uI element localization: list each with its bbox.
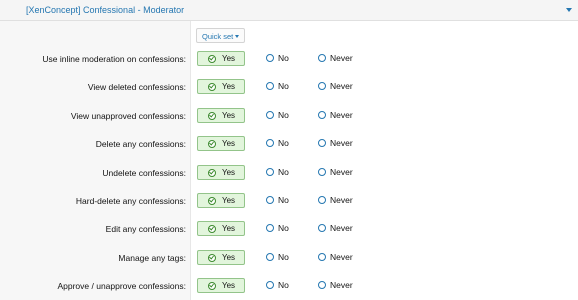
option-yes[interactable]: Yes (197, 108, 245, 123)
radio-icon (318, 111, 326, 119)
option-yes[interactable]: Yes (197, 51, 245, 66)
option-yes-label: Yes (222, 82, 236, 91)
check-circle-icon (208, 225, 216, 233)
option-no-label: No (278, 81, 289, 91)
option-yes-label: Yes (222, 196, 236, 205)
permission-row: View deleted confessions: Yes No Never (0, 79, 578, 95)
section-title[interactable]: [XenConcept] Confessional - Moderator (26, 5, 184, 15)
radio-icon (266, 224, 274, 232)
permission-panel: [XenConcept] Confessional - Moderator Qu… (0, 0, 578, 300)
permission-row: Use inline moderation on confessions: Yes… (0, 51, 578, 67)
permission-label: Delete any confessions: (95, 139, 186, 149)
option-no-label: No (278, 53, 289, 63)
permission-row: Edit any confessions: Yes No Never (0, 221, 578, 237)
option-yes-label: Yes (222, 224, 236, 233)
permission-label: Approve / unapprove confessions: (57, 281, 186, 291)
option-yes-label: Yes (222, 168, 236, 177)
permission-row: View unapproved confessions: Yes No Never (0, 108, 578, 124)
check-circle-icon (208, 169, 216, 177)
option-no-label: No (278, 167, 289, 177)
permission-label: Undelete confessions: (102, 168, 186, 178)
radio-icon (318, 54, 326, 62)
permission-label: Edit any confessions: (105, 224, 186, 234)
check-circle-icon (208, 83, 216, 91)
option-yes[interactable]: Yes (197, 165, 245, 180)
option-yes-label: Yes (222, 253, 236, 262)
radio-icon (318, 196, 326, 204)
option-never-label: Never (330, 223, 353, 233)
radio-icon (318, 281, 326, 289)
option-yes[interactable]: Yes (197, 79, 245, 94)
radio-icon (318, 168, 326, 176)
permission-label: Hard-delete any confessions: (75, 196, 186, 206)
radio-icon (318, 82, 326, 90)
option-yes-label: Yes (222, 281, 236, 290)
chevron-down-icon[interactable] (566, 8, 572, 12)
option-yes-label: Yes (222, 54, 236, 63)
option-yes[interactable]: Yes (197, 250, 245, 265)
option-no-label: No (278, 195, 289, 205)
option-no-label: No (278, 110, 289, 120)
radio-icon (266, 111, 274, 119)
option-never-label: Never (330, 280, 353, 290)
caret-down-icon (235, 35, 240, 38)
option-yes[interactable]: Yes (197, 136, 245, 151)
radio-icon (266, 54, 274, 62)
quick-set-label: Quick set (202, 32, 234, 41)
check-circle-icon (208, 197, 216, 205)
permission-row: Undelete confessions: Yes No Never (0, 165, 578, 181)
radio-icon (266, 139, 274, 147)
check-circle-icon (208, 254, 216, 262)
radio-icon (266, 196, 274, 204)
option-never-label: Never (330, 252, 353, 262)
option-never-label: Never (330, 81, 353, 91)
radio-icon (266, 168, 274, 176)
radio-icon (266, 82, 274, 90)
permission-label: View unapproved confessions: (70, 111, 186, 121)
radio-icon (318, 139, 326, 147)
permission-label: View deleted confessions: (87, 82, 186, 92)
option-yes[interactable]: Yes (197, 221, 245, 236)
permission-label: Use inline moderation on confessions: (42, 54, 186, 64)
option-yes[interactable]: Yes (197, 278, 245, 293)
radio-icon (266, 281, 274, 289)
permission-row: Manage any tags: Yes No Never (0, 250, 578, 266)
check-circle-icon (208, 55, 216, 63)
quick-set-button[interactable]: Quick set (196, 28, 246, 43)
option-never-label: Never (330, 195, 353, 205)
option-no-label: No (278, 223, 289, 233)
section-header[interactable]: [XenConcept] Confessional - Moderator (0, 0, 578, 21)
option-no-label: No (278, 138, 289, 148)
option-never-label: Never (330, 138, 353, 148)
permission-label: Manage any tags: (118, 253, 186, 263)
permission-row: Hard-delete any confessions: Yes No Never (0, 193, 578, 209)
permission-row: Approve / unapprove confessions: Yes No Nev… (0, 278, 578, 294)
option-never-label: Never (330, 53, 353, 63)
option-yes-label: Yes (222, 139, 236, 148)
radio-icon (318, 253, 326, 261)
option-never-label: Never (330, 110, 353, 120)
option-yes-label: Yes (222, 111, 236, 120)
option-yes[interactable]: Yes (197, 193, 245, 208)
permission-row: Delete any confessions: Yes No Never (0, 136, 578, 152)
check-circle-icon (208, 140, 216, 148)
option-no-label: No (278, 252, 289, 262)
check-circle-icon (208, 282, 216, 290)
option-no-label: No (278, 280, 289, 290)
radio-icon (266, 253, 274, 261)
option-never-label: Never (330, 167, 353, 177)
radio-icon (318, 224, 326, 232)
check-circle-icon (208, 112, 216, 120)
